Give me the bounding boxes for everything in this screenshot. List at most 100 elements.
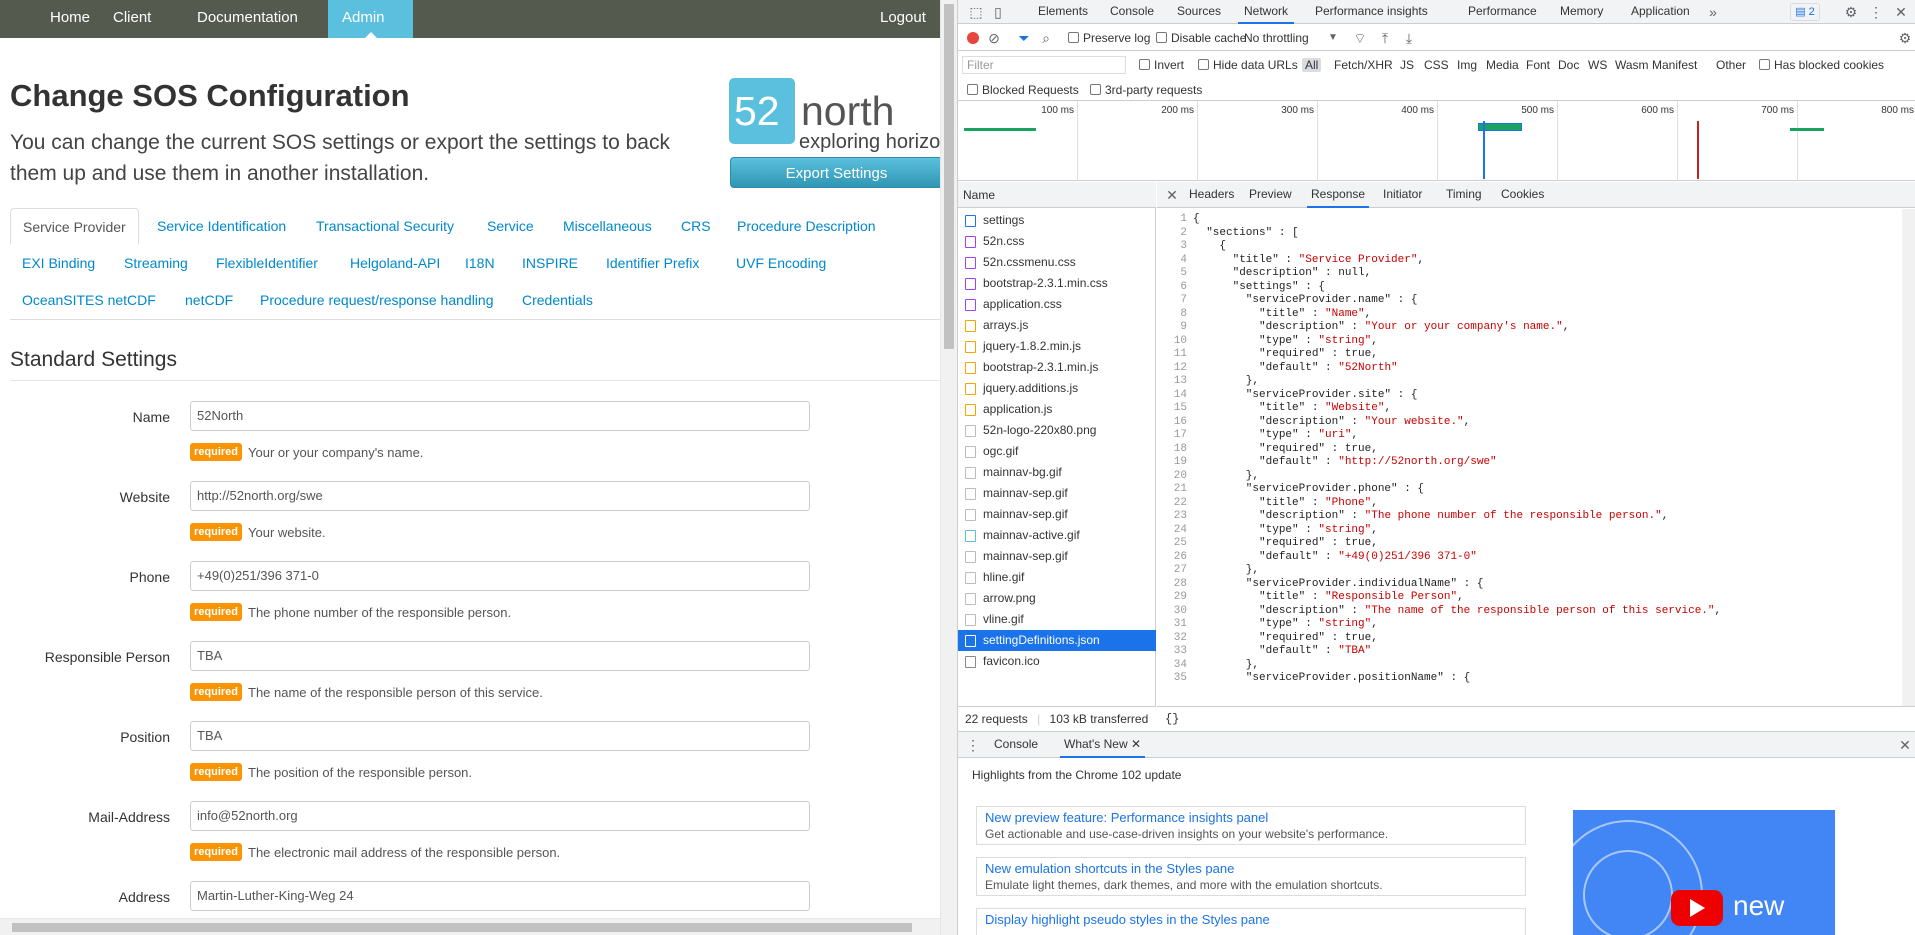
tab-procedure-description[interactable]: Procedure Description [725,208,888,245]
filter-type-css[interactable]: CSS [1424,58,1449,72]
filter-type-all[interactable]: All [1302,58,1322,72]
phone-input[interactable]: +49(0)251/396 371-0 [190,561,810,591]
request-row[interactable]: vline.gif [958,609,1156,630]
request-row[interactable]: mainnav-bg.gif [958,462,1156,483]
preserve-log-checkbox[interactable] [1068,32,1079,43]
request-row-selected[interactable]: settingDefinitions.json [958,630,1156,651]
close-detail-icon[interactable]: ✕ [1165,187,1179,203]
request-row[interactable]: application.js [958,399,1156,420]
request-row[interactable]: favicon.ico [958,651,1156,672]
detail-tab-preview[interactable]: Preview [1249,182,1292,208]
request-row[interactable]: jquery-1.8.2.min.js [958,336,1156,357]
request-row[interactable]: 52n.cssmenu.css [958,252,1156,273]
tab-crs[interactable]: CRS [669,208,723,245]
position-input[interactable]: TBA [190,721,810,751]
request-row[interactable]: application.css [958,294,1156,315]
filter-input[interactable]: Filter [962,56,1126,74]
request-row[interactable]: 52n-logo-220x80.png [958,420,1156,441]
filter-type-fetch-xhr[interactable]: Fetch/XHR [1334,58,1393,72]
horizontal-scrollbar[interactable] [0,918,940,935]
vertical-scrollbar-thumb[interactable] [944,4,954,349]
devtools-tab-network[interactable]: Network [1238,0,1295,24]
tab-identifier-prefix[interactable]: Identifier Prefix [594,245,711,282]
tab-transactional-security[interactable]: Transactional Security [304,208,466,245]
whats-new-card-title[interactable]: Display highlight pseudo styles in the S… [985,912,1517,927]
request-list-header[interactable]: Name [958,182,1156,208]
inspect-element-icon[interactable]: ⬚ [968,4,984,20]
request-row[interactable]: bootstrap-2.3.1.min.css [958,273,1156,294]
youtube-play-icon[interactable] [1671,890,1723,926]
whats-new-card-title[interactable]: New preview feature: Performance insight… [985,810,1517,825]
code-scrollbar[interactable] [1902,209,1915,706]
nav-client[interactable]: Client [99,0,165,38]
drawer-tab-whats-new[interactable]: What's New ✕ [1060,732,1146,758]
clear-icon[interactable]: ⊘ [986,30,1002,46]
filter-type-other[interactable]: Other [1716,58,1746,72]
detail-tab-headers[interactable]: Headers [1189,182,1234,208]
response-code-view[interactable]: 1{2 "sections" : [3 {4 "title" : "Servic… [1157,209,1902,706]
vertical-scrollbar[interactable] [940,0,957,935]
drawer-tab-console[interactable]: Console [994,732,1038,758]
filter-type-ws[interactable]: WS [1588,58,1607,72]
detail-tab-cookies[interactable]: Cookies [1501,182,1544,208]
devtools-tab-console[interactable]: Console [1110,0,1154,24]
responsible-person-input[interactable]: TBA [190,641,810,671]
more-tabs-icon[interactable]: » [1706,4,1720,20]
tab-exi-binding[interactable]: EXI Binding [10,245,107,282]
close-drawer-icon[interactable]: ✕ [1898,737,1912,753]
tab-credentials[interactable]: Credentials [510,282,605,319]
tab-helgoland-api[interactable]: Helgoland-API [338,245,452,282]
devtools-tab-performance-insights[interactable]: Performance insights [1315,0,1428,24]
whats-new-card[interactable]: Display highlight pseudo styles in the S… [976,908,1526,935]
nav-admin[interactable]: Admin [328,0,413,38]
record-icon[interactable] [967,32,979,44]
whats-new-card-title[interactable]: New emulation shortcuts in the Styles pa… [985,861,1517,876]
nav-logout[interactable]: Logout [866,0,940,38]
filter-type-manifest[interactable]: Manifest [1652,58,1697,72]
request-row[interactable]: hline.gif [958,567,1156,588]
filter-type-wasm[interactable]: Wasm [1615,58,1649,72]
drawer-menu-icon[interactable]: ⋮ [966,737,980,753]
request-row[interactable]: mainnav-sep.gif [958,546,1156,567]
detail-tab-timing[interactable]: Timing [1446,182,1482,208]
filter-type-doc[interactable]: Doc [1558,58,1579,72]
tab-i18n[interactable]: I18N [453,245,507,282]
nav-home[interactable]: Home [36,0,104,38]
tab-miscellaneous[interactable]: Miscellaneous [551,208,664,245]
detail-tab-response[interactable]: Response [1307,182,1370,208]
request-row[interactable]: ogc.gif [958,441,1156,462]
tab-uvf-encoding[interactable]: UVF Encoding [724,245,838,282]
import-har-icon[interactable]: ⤒ [1378,30,1392,46]
invert-checkbox[interactable] [1139,59,1150,70]
whats-new-card[interactable]: New preview feature: Performance insight… [976,806,1526,845]
close-devtools-icon[interactable]: ✕ [1893,4,1909,20]
throttling-select[interactable]: No throttling [1244,31,1309,45]
address-input[interactable]: Martin-Luther-King-Weg 24 [190,881,810,911]
search-icon[interactable]: ⌕ [1038,30,1054,46]
tab-streaming[interactable]: Streaming [112,245,200,282]
request-row[interactable]: mainnav-sep.gif [958,483,1156,504]
issues-badge[interactable]: ▤ 2 [1790,3,1820,21]
request-row[interactable]: arrow.png [958,588,1156,609]
devtools-tab-memory[interactable]: Memory [1560,0,1603,24]
tab-flexibleidentifier[interactable]: FlexibleIdentifier [204,245,330,282]
filter-icon[interactable]: ⏷ [1016,30,1032,46]
tab-service-identification[interactable]: Service Identification [145,208,298,245]
disable-cache-checkbox[interactable] [1156,32,1167,43]
third-party-checkbox[interactable] [1090,84,1101,95]
tab-inspire[interactable]: INSPIRE [510,245,590,282]
horizontal-scrollbar-thumb[interactable] [12,923,912,932]
tab-service-provider[interactable]: Service Provider [10,208,139,245]
export-har-icon[interactable]: ⤓ [1402,30,1416,46]
website-input[interactable]: http://52north.org/swe [190,481,810,511]
nav-documentation[interactable]: Documentation [183,0,312,38]
export-settings-button[interactable]: Export Settings [730,157,940,188]
whats-new-card[interactable]: New emulation shortcuts in the Styles pa… [976,857,1526,896]
devtools-tab-sources[interactable]: Sources [1177,0,1221,24]
whats-new-video-thumbnail[interactable]: new [1573,810,1835,935]
detail-tab-initiator[interactable]: Initiator [1383,182,1422,208]
filter-type-img[interactable]: Img [1457,58,1477,72]
request-row[interactable]: jquery.additions.js [958,378,1156,399]
settings-gear-icon[interactable]: ⚙ [1843,4,1859,20]
network-settings-icon[interactable]: ⚙ [1898,30,1912,46]
